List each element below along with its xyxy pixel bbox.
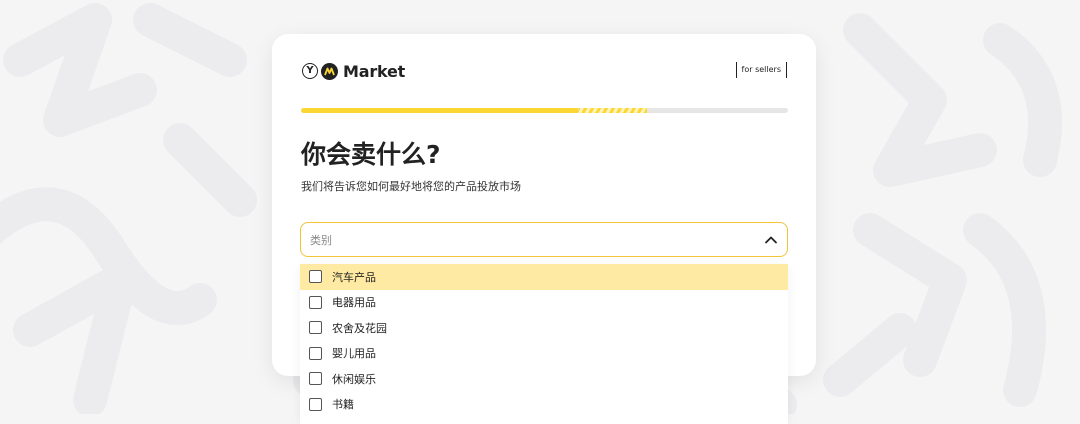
category-option-label: 婴儿用品 — [332, 347, 376, 361]
market-logo-icon — [321, 62, 338, 80]
progress-bar — [301, 108, 788, 113]
checkbox[interactable] — [309, 270, 322, 284]
category-option[interactable]: 书籍 — [300, 392, 788, 418]
chevron-up-icon[interactable] — [764, 235, 778, 245]
category-option[interactable]: 电器用品 — [300, 290, 788, 316]
category-option-label: 农舍及花园 — [332, 321, 387, 335]
progress-fill — [301, 108, 579, 113]
yandex-market-logo[interactable]: Y Market — [302, 61, 405, 81]
page-subtitle: 我们将告诉您如何最好地将您的产品投放市场 — [301, 180, 521, 193]
checkbox[interactable] — [309, 397, 322, 411]
checkbox[interactable] — [309, 321, 322, 335]
for-sellers-link[interactable]: for sellers — [735, 62, 787, 78]
checkbox[interactable] — [309, 295, 322, 309]
category-select-placeholder: 类别 — [310, 233, 332, 247]
category-option[interactable]: 婴儿用品 — [300, 341, 788, 367]
yandex-logo-icon: Y — [302, 63, 318, 79]
category-option-label: 休闲娱乐 — [332, 372, 376, 386]
category-option-label: 电器用品 — [332, 296, 376, 310]
category-option[interactable]: 汽车产品 — [300, 264, 788, 290]
checkbox[interactable] — [309, 346, 322, 360]
category-option[interactable]: 休闲娱乐 — [300, 366, 788, 392]
category-select[interactable]: 类别 — [300, 222, 788, 257]
checkbox[interactable] — [309, 372, 322, 386]
progress-stripes — [578, 108, 647, 113]
category-option-label: 书籍 — [332, 398, 354, 412]
page-title: 你会卖什么? — [301, 140, 441, 169]
category-option-label: 汽车产品 — [332, 270, 376, 284]
logo-text: Market — [343, 61, 406, 81]
category-options-list: 汽车产品电器用品农舍及花园婴儿用品休闲娱乐书籍 — [300, 264, 788, 424]
category-option[interactable]: 农舍及花园 — [300, 315, 788, 341]
